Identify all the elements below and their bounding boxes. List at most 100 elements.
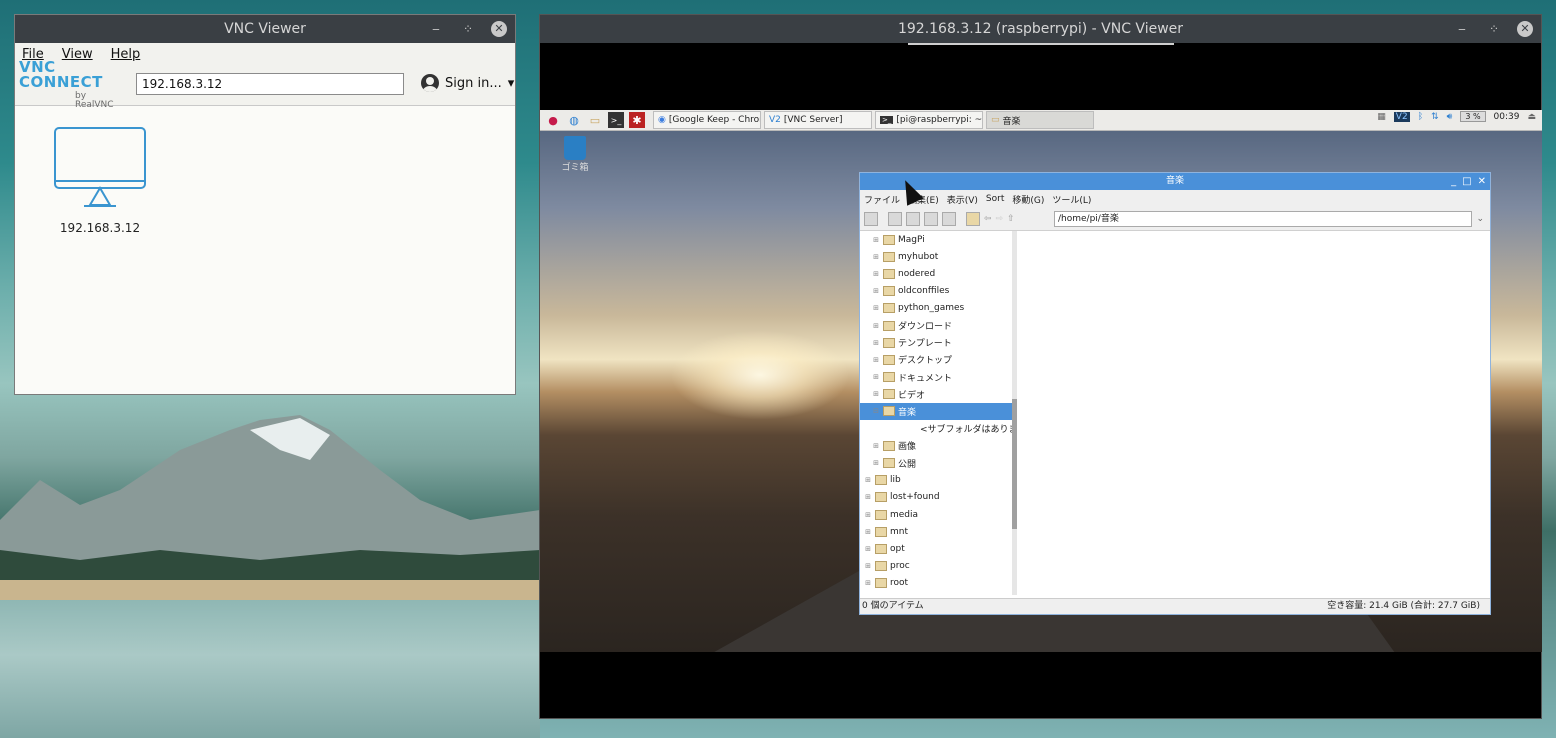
icon-view-icon[interactable]	[888, 212, 902, 226]
tree-item[interactable]: ⊞ myhubot	[860, 248, 1012, 265]
tree-item[interactable]: <サブフォルダはありま	[860, 420, 1012, 437]
expand-icon[interactable]: ⊞	[872, 442, 880, 450]
fm-menu-file[interactable]: ファイル	[864, 193, 900, 206]
tree-item[interactable]: ⊞ ダウンロード	[860, 317, 1012, 334]
expand-icon[interactable]: ⊞	[864, 476, 872, 484]
expand-icon[interactable]: ⊞	[872, 253, 880, 261]
expand-icon[interactable]: ⊞	[872, 236, 880, 244]
close-icon[interactable]: ✕	[491, 21, 507, 37]
expand-icon[interactable]: ⊞	[864, 511, 872, 519]
tree-item[interactable]: ⊞ lib	[860, 472, 1012, 489]
expand-icon[interactable]: ⊞	[872, 287, 880, 295]
list-view-icon[interactable]	[942, 212, 956, 226]
web-browser-icon[interactable]: ◍	[566, 112, 582, 128]
tree-item-label: lost+found	[890, 492, 940, 503]
chevron-down-icon[interactable]: ⌄	[1476, 214, 1484, 224]
maximize-icon[interactable]: □	[1462, 173, 1471, 190]
system-tray: ▦ V2 ᛒ ⇅ 🔊︎ 3 % 00:39 ⏏	[1377, 111, 1536, 122]
fm-menu-view[interactable]: 表示(V)	[947, 193, 978, 206]
restore-icon[interactable]: ⁘	[1485, 20, 1503, 38]
expand-icon[interactable]: ⊞	[872, 356, 880, 364]
scrollbar-thumb[interactable]	[1012, 399, 1017, 529]
tree-item[interactable]: ⊞ デスクトップ	[860, 351, 1012, 368]
expand-icon[interactable]: ⊞	[872, 270, 880, 278]
expand-icon[interactable]: ⊞	[872, 304, 880, 312]
tree-item[interactable]: ⊞ python_games	[860, 300, 1012, 317]
expand-icon[interactable]: ⊞	[864, 562, 872, 570]
window-title: VNC Viewer	[224, 21, 306, 37]
tree-item[interactable]: ⊞ 画像	[860, 437, 1012, 454]
home-icon[interactable]	[966, 212, 980, 226]
tree-item[interactable]: ⊞ ドキュメント	[860, 369, 1012, 386]
fm-menu-sort[interactable]: Sort	[986, 194, 1004, 204]
compact-view-icon[interactable]	[924, 212, 938, 226]
tree-item[interactable]: ⊞ root	[860, 575, 1012, 592]
expand-icon[interactable]: ⊞	[864, 579, 872, 587]
vnc-tray-icon[interactable]: V2	[1393, 111, 1410, 122]
minimize-icon[interactable]: _	[1451, 173, 1456, 190]
fm-path-input[interactable]: /home/pi/音楽	[1054, 211, 1472, 227]
task-music-folder[interactable]: ▭ 音楽	[986, 111, 1094, 129]
tree-item[interactable]: ⊞ MagPi	[860, 231, 1012, 248]
tree-item[interactable]: ⊟ 音楽	[860, 402, 1012, 421]
address-input[interactable]: 192.168.3.12	[136, 73, 404, 95]
expand-icon[interactable]: ⊞	[864, 493, 872, 501]
wolfram-icon[interactable]: ✱	[629, 112, 645, 128]
restore-icon[interactable]: ⁘	[459, 20, 477, 38]
tree-item-label: media	[890, 509, 919, 520]
close-icon[interactable]: ✕	[1517, 21, 1533, 37]
terminal-icon[interactable]: >_	[608, 112, 624, 128]
minimize-icon[interactable]: ‒	[1453, 20, 1471, 38]
tree-item[interactable]: ⊞ 公開	[860, 454, 1012, 471]
fm-tree-scrollbar[interactable]	[1012, 231, 1017, 595]
expand-icon[interactable]: ⊞	[872, 322, 880, 330]
fm-menu-go[interactable]: 移動(G)	[1012, 193, 1044, 206]
expand-icon[interactable]: ⊞	[872, 339, 880, 347]
computer-tile[interactable]	[54, 127, 146, 212]
up-icon[interactable]: ⇧	[1007, 214, 1015, 224]
tree-item[interactable]: ⊞ media	[860, 506, 1012, 523]
network-icon[interactable]: ⇅	[1431, 112, 1439, 122]
trash-desktop-icon[interactable]: ゴミ箱	[560, 136, 590, 173]
desktop-wallpaper-mountain	[0, 415, 540, 610]
close-icon[interactable]: ✕	[1478, 173, 1486, 190]
task-vnc-server[interactable]: V2 [VNC Server]	[764, 111, 872, 129]
task-terminal[interactable]: >_ [pi@raspberrypi: ~]	[875, 111, 983, 129]
sign-in-button[interactable]: Sign in... ▾	[421, 74, 514, 92]
eject-icon[interactable]: ⏏	[1527, 112, 1536, 122]
tree-item[interactable]: ⊞ proc	[860, 558, 1012, 575]
tree-item-label: proc	[890, 561, 910, 572]
volume-icon[interactable]: 🔊︎	[1447, 112, 1453, 122]
expand-icon[interactable]: ⊞	[872, 390, 880, 398]
tree-item[interactable]: ⊞ opt	[860, 540, 1012, 557]
expand-icon[interactable]: ⊞	[864, 528, 872, 536]
remote-titlebar[interactable]: 192.168.3.12 (raspberrypi) - VNC Viewer …	[540, 15, 1541, 43]
minimize-icon[interactable]: ‒	[427, 20, 445, 38]
tree-item[interactable]: ⊞ ビデオ	[860, 386, 1012, 403]
forward-icon[interactable]: ⇨	[996, 214, 1004, 224]
remote-desktop[interactable]: ● ◍ ▭ >_ ✱ ◉ [Google Keep - Chrom... V2 …	[540, 110, 1542, 652]
tree-item[interactable]: ⊞ oldconffiles	[860, 283, 1012, 300]
expand-icon[interactable]: ⊞	[864, 545, 872, 553]
expand-icon[interactable]: ⊞	[872, 459, 880, 467]
fm-titlebar[interactable]: 音楽 _ □ ✕	[860, 173, 1490, 190]
file-manager-icon[interactable]: ▭	[587, 112, 603, 128]
expand-icon[interactable]: ⊟	[872, 407, 880, 415]
tree-item[interactable]: ⊞ mnt	[860, 523, 1012, 540]
tree-item[interactable]: ⊞ テンプレート	[860, 334, 1012, 351]
clock[interactable]: 00:39	[1494, 112, 1520, 122]
tree-item[interactable]: ⊞ nodered	[860, 265, 1012, 282]
raspberry-menu-icon[interactable]: ●	[545, 112, 561, 128]
vnc-viewer-titlebar[interactable]: VNC Viewer ‒ ⁘ ✕	[15, 15, 515, 43]
task-google-keep[interactable]: ◉ [Google Keep - Chrom...	[653, 111, 761, 129]
thumbnail-view-icon[interactable]	[906, 212, 920, 226]
computer-label[interactable]: 192.168.3.12	[45, 221, 155, 235]
back-icon[interactable]: ⇦	[984, 214, 992, 224]
new-window-icon[interactable]	[864, 212, 878, 226]
folder-icon	[883, 354, 895, 365]
expand-icon[interactable]: ⊞	[872, 373, 880, 381]
fm-menu-tools[interactable]: ツール(L)	[1052, 193, 1091, 206]
tree-item[interactable]: ⊞ lost+found	[860, 489, 1012, 506]
keyboard-icon[interactable]: ▦	[1377, 112, 1386, 122]
bluetooth-icon[interactable]: ᛒ	[1418, 112, 1423, 122]
